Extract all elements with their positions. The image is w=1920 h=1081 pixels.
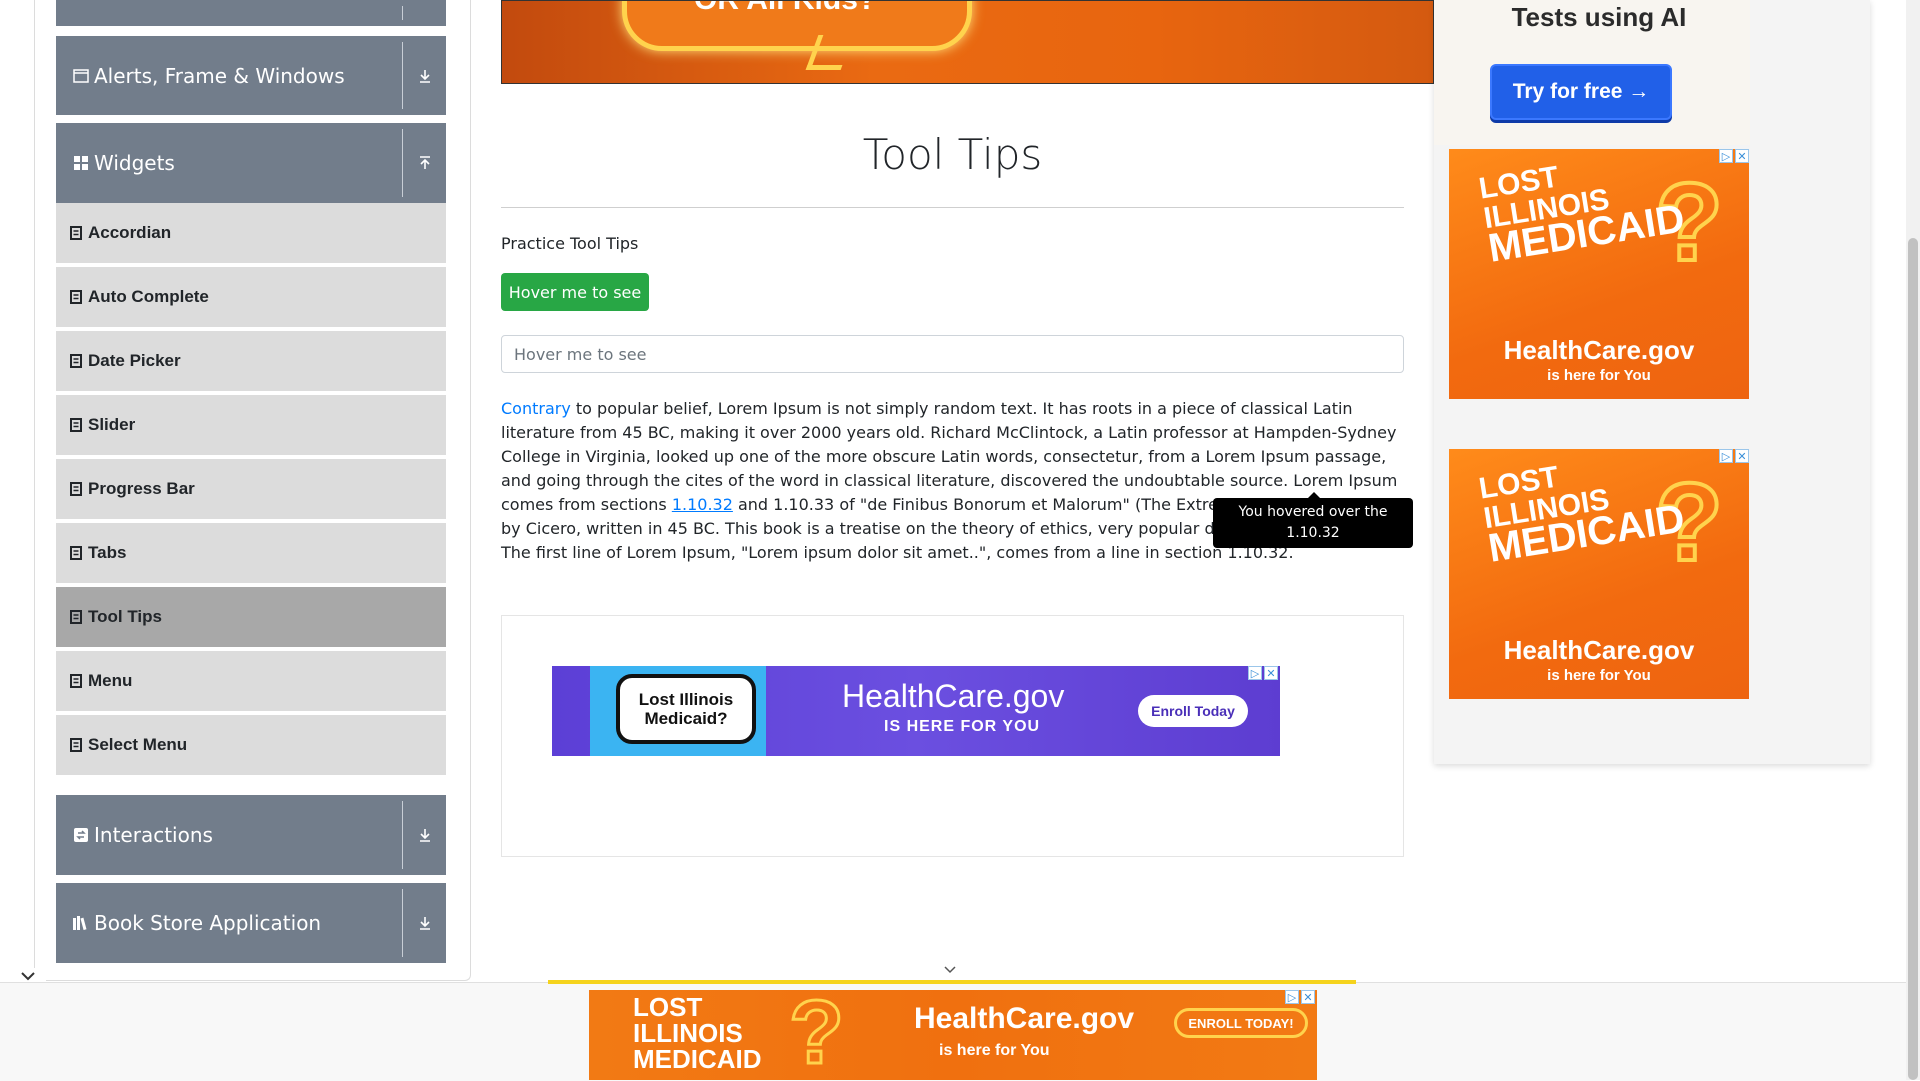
sidebar-item-label: Menu (88, 671, 133, 690)
sidebar-item-slider[interactable]: Slider (56, 395, 446, 457)
sidebar-item-date-picker[interactable]: Date Picker (56, 331, 446, 393)
download-icon[interactable] (403, 883, 446, 963)
sidebar-item-label: Select Menu (88, 735, 188, 754)
healthcare-logo: HealthCare.gov (914, 1002, 1135, 1035)
upload-icon[interactable] (403, 123, 446, 203)
contrary-link[interactable]: Contrary (501, 399, 571, 418)
top-banner-ad[interactable]: OR All Kids? (501, 0, 1434, 84)
medicaid-ad-2[interactable]: ? LOST ILLINOIS MEDICAID HealthCare.gov is… (1449, 449, 1749, 699)
ad-choices-icon[interactable]: ▷ (1719, 149, 1733, 163)
close-icon[interactable]: ✕ (1301, 990, 1315, 1004)
sidebar-group-alerts[interactable]: Alerts, Frame & Windows (56, 36, 446, 115)
file-icon (70, 610, 82, 624)
sidebar-item-label: Date Picker (88, 351, 181, 370)
left-rule (34, 0, 35, 968)
sidebar-item-auto-complete[interactable]: Auto Complete (56, 267, 446, 329)
enroll-button[interactable]: ENROLL TODAY! (1174, 1008, 1308, 1038)
ad-subtitle: is here for You (1547, 367, 1651, 384)
ad-bubble-text: Lost Illinois Medicaid? (616, 674, 756, 744)
ad-headline: Tests using AI (1511, 2, 1687, 32)
sidebar-item-tabs[interactable]: Tabs (56, 523, 446, 585)
sidebar-item-menu[interactable]: Menu (56, 651, 446, 713)
question-mark-graphic: ? (788, 990, 846, 1080)
sidebar-item-progress-bar[interactable]: Progress Bar (56, 459, 446, 521)
enroll-button[interactable]: Enroll Today (1138, 695, 1248, 727)
file-icon (70, 482, 82, 496)
hover-me-button[interactable]: Hover me to see (501, 273, 649, 311)
scrollbar-thumb[interactable] (1908, 238, 1918, 1080)
sidebar-group-partial[interactable] (56, 0, 446, 26)
sidebar-group-widgets[interactable]: Widgets (56, 123, 446, 203)
ad-yellow-line (548, 980, 1356, 984)
books-icon (73, 915, 89, 931)
ad-subtitle: is here for You (939, 1042, 1050, 1059)
ad-choices-icon[interactable]: ▷ (1719, 449, 1733, 463)
tooltip: You hovered over the 1.10.32 (1213, 498, 1413, 548)
file-icon (70, 226, 82, 240)
try-for-free-button[interactable]: Try for free → (1490, 64, 1672, 120)
collapse-chevron-icon[interactable] (0, 962, 56, 990)
window-icon (73, 68, 89, 84)
sidebar-group-interactions[interactable]: Interactions (56, 795, 446, 875)
ad-subtitle: is here for You (1547, 667, 1651, 684)
healthcare-logo: HealthCare.gov (842, 678, 1065, 714)
file-icon (70, 546, 82, 560)
ad-lost-text: LOST ILLINOIS MEDICAID (633, 992, 762, 1074)
bottom-medicaid-ad[interactable]: LOST ILLINOIS MEDICAID ? HealthCare.gov is… (589, 990, 1317, 1080)
file-icon (70, 418, 82, 432)
ad-subtitle: IS HERE FOR YOU (884, 718, 1041, 735)
ad-choices-icon[interactable]: ▷ (1285, 990, 1299, 1004)
sidebar-item-label: Tabs (88, 543, 127, 562)
healthcare-logo: HealthCare.gov (1503, 335, 1695, 365)
grid-icon (73, 155, 89, 171)
sidebar-group-book-store[interactable]: Book Store Application (56, 883, 446, 963)
title-divider (501, 207, 1404, 208)
sidebar-group-label: Book Store Application (94, 911, 322, 935)
sidebar-item-label: Tool Tips (88, 607, 162, 626)
sidebar-item-tool-tips[interactable]: Tool Tips (56, 587, 446, 649)
sidebar-item-label: Auto Complete (88, 287, 209, 306)
download-icon[interactable] (403, 36, 446, 115)
sidebar-group-label: Alerts, Frame & Windows (94, 63, 345, 88)
chevron-down-icon[interactable] (942, 962, 958, 978)
ad-choices-icon[interactable]: ▷ (1248, 666, 1262, 680)
close-icon[interactable]: ✕ (1264, 666, 1278, 680)
practice-label: Practice Tool Tips (501, 234, 639, 253)
section-link[interactable]: 1.10.32 (672, 495, 733, 514)
sidebar-group-label: Interactions (94, 823, 213, 847)
medicaid-ad-1[interactable]: ? LOST ILLINOIS MEDICAID HealthCare.gov is… (1449, 149, 1749, 399)
file-icon (70, 738, 82, 752)
hover-me-input[interactable] (501, 335, 1404, 373)
interactions-icon (73, 827, 89, 843)
file-icon (70, 290, 82, 304)
sidebar-item-label: Accordian (88, 223, 172, 242)
sidebar-item-label: Progress Bar (88, 479, 195, 498)
sidebar-group-label: Widgets (94, 151, 175, 175)
healthcare-banner-ad[interactable]: Lost Illinois Medicaid? HealthCare.gov I… (552, 666, 1280, 756)
close-icon[interactable]: ✕ (1735, 449, 1749, 463)
download-icon[interactable] (403, 795, 446, 875)
top-ad-text: OR All Kids? (694, 1, 876, 17)
file-icon (70, 354, 82, 368)
file-icon (70, 674, 82, 688)
healthcare-logo: HealthCare.gov (1503, 635, 1695, 665)
sidebar-item-accordian[interactable]: Accordian (56, 203, 446, 265)
page-title: Tool Tips (862, 130, 1043, 179)
sidebar-item-select-menu[interactable]: Select Menu (56, 715, 446, 777)
sidebar-item-label: Slider (88, 415, 136, 434)
close-icon[interactable]: ✕ (1735, 149, 1749, 163)
